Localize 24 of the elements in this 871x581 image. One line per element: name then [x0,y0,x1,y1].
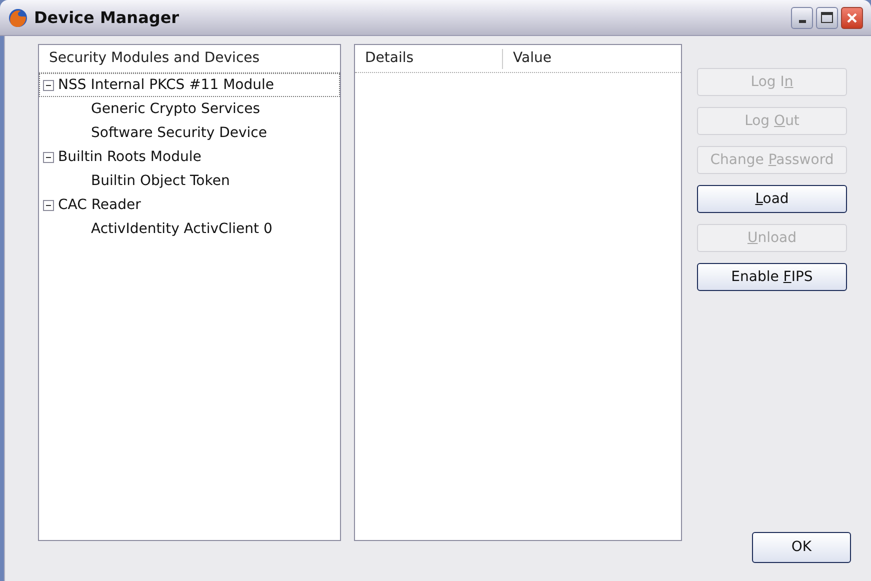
tree-item[interactable]: Generic Crypto Services [39,97,340,121]
tree-item[interactable]: Builtin Roots Module [39,145,340,169]
window-title: Device Manager [34,6,180,28]
tree-item[interactable]: Builtin Object Token [39,169,340,193]
tree-item[interactable]: NSS Internal PKCS #11 Module [39,73,340,97]
minimize-button[interactable] [791,6,813,28]
collapse-icon[interactable] [43,152,54,162]
maximize-button[interactable] [816,6,838,28]
maximize-icon [821,12,833,23]
tree-item[interactable]: ActivIdentity ActivClient 0 [39,217,340,241]
collapse-icon[interactable] [43,80,54,90]
tree-item[interactable]: CAC Reader [39,193,340,217]
close-icon [846,12,858,24]
close-button[interactable] [841,6,863,28]
column-header[interactable]: Details [355,48,503,68]
action-button[interactable]: Load [697,185,847,213]
action-button[interactable]: Enable FIPS [697,263,847,291]
column-header[interactable]: Security Modules and Devices [39,45,340,73]
column-header[interactable]: Value [503,48,681,68]
ok-button[interactable]: OK [752,532,851,563]
globe-fox-icon [8,8,28,28]
minimize-icon [798,20,806,22]
tree-item[interactable]: Software Security Device [39,121,340,145]
collapse-icon[interactable] [43,200,54,210]
